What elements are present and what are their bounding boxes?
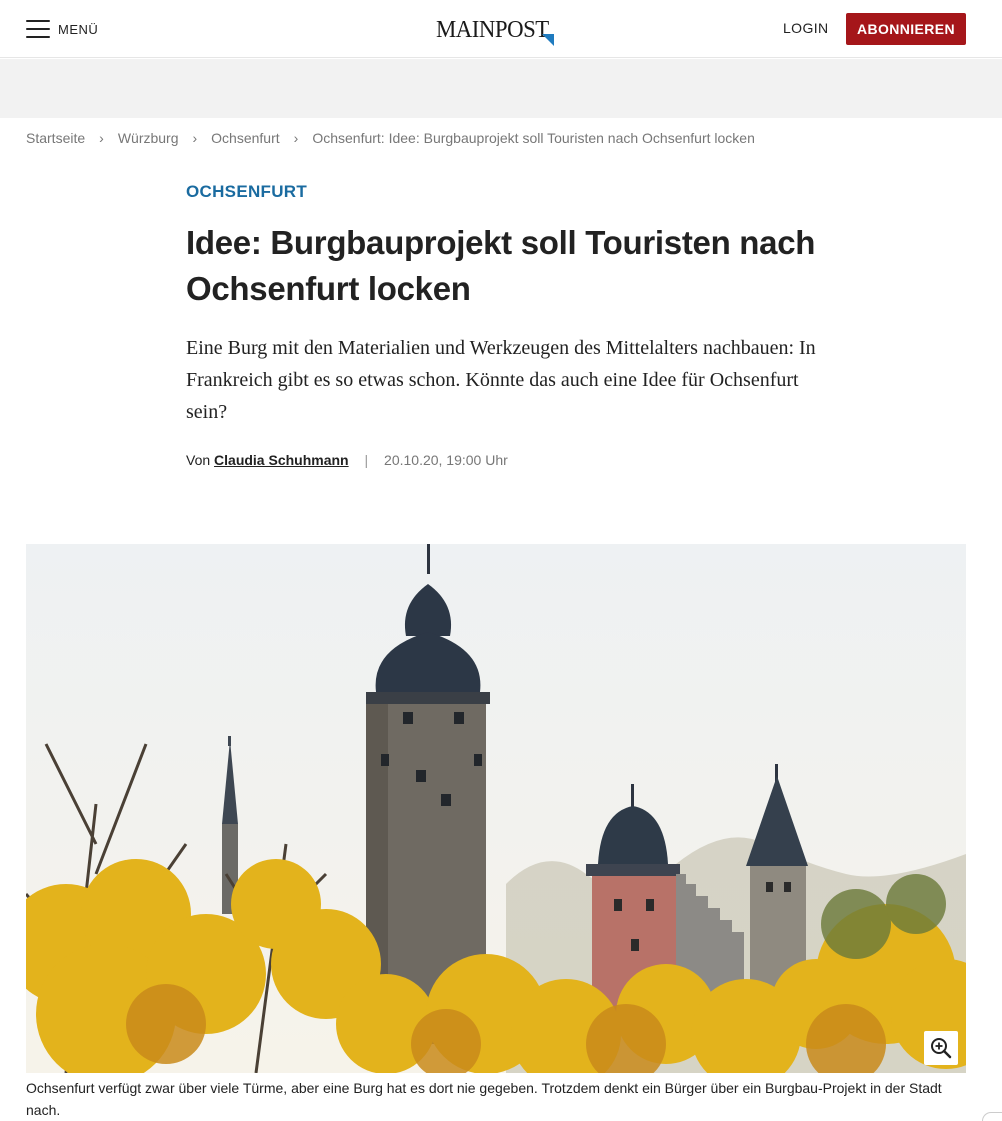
login-link[interactable]: LOGIN: [783, 20, 829, 36]
hero-photo-illustration: [26, 544, 966, 1073]
site-header: MENÜ MAINPOST LOGIN ABONNIEREN: [0, 0, 1002, 58]
chevron-right-icon: ›: [293, 130, 299, 146]
image-caption: Ochsenfurt verfügt zwar über viele Türme…: [26, 1080, 942, 1118]
logo-triangle-icon: [542, 34, 554, 46]
breadcrumb-item-wuerzburg[interactable]: Würzburg: [118, 130, 179, 146]
ad-placeholder: [0, 59, 1002, 118]
menu-button[interactable]: MENÜ: [26, 18, 98, 40]
site-logo[interactable]: MAINPOST: [436, 16, 566, 50]
subscribe-button[interactable]: ABONNIEREN: [846, 13, 966, 45]
logo-wordmark: MAINPOST: [436, 17, 549, 43]
breadcrumb-item-startseite[interactable]: Startseite: [26, 130, 85, 146]
breadcrumb-item-ochsenfurt[interactable]: Ochsenfurt: [211, 130, 279, 146]
article-headline: Idee: Burgbauprojekt soll Touristen nach…: [186, 224, 816, 307]
chevron-right-icon: ›: [99, 130, 104, 146]
breadcrumb-item-current[interactable]: Ochsenfurt: Idee: Burgbauprojekt soll To…: [312, 130, 755, 146]
article-byline: Von Claudia Schuhmann | 20.10.20, 19:00 …: [186, 452, 508, 468]
menu-label: MENÜ: [58, 21, 99, 37]
chevron-right-icon: ›: [192, 130, 198, 146]
article-teaser: Eine Burg mit den Materialien und Werkze…: [186, 337, 816, 423]
article-kicker[interactable]: OCHSENFURT: [186, 182, 307, 202]
zoom-in-icon: [931, 1038, 952, 1059]
hero-image[interactable]: [26, 544, 966, 1073]
scroll-corner: [982, 1112, 1002, 1121]
author-link[interactable]: Claudia Schuhmann: [214, 452, 349, 468]
hamburger-icon: [26, 20, 50, 38]
publish-date: 20.10.20, 19:00 Uhr: [384, 452, 508, 468]
byline-prefix: Von: [186, 452, 211, 468]
byline-divider: |: [364, 452, 369, 468]
zoom-button[interactable]: [924, 1031, 958, 1065]
breadcrumb: Startseite › Würzburg › Ochsenfurt › Och…: [26, 130, 755, 146]
